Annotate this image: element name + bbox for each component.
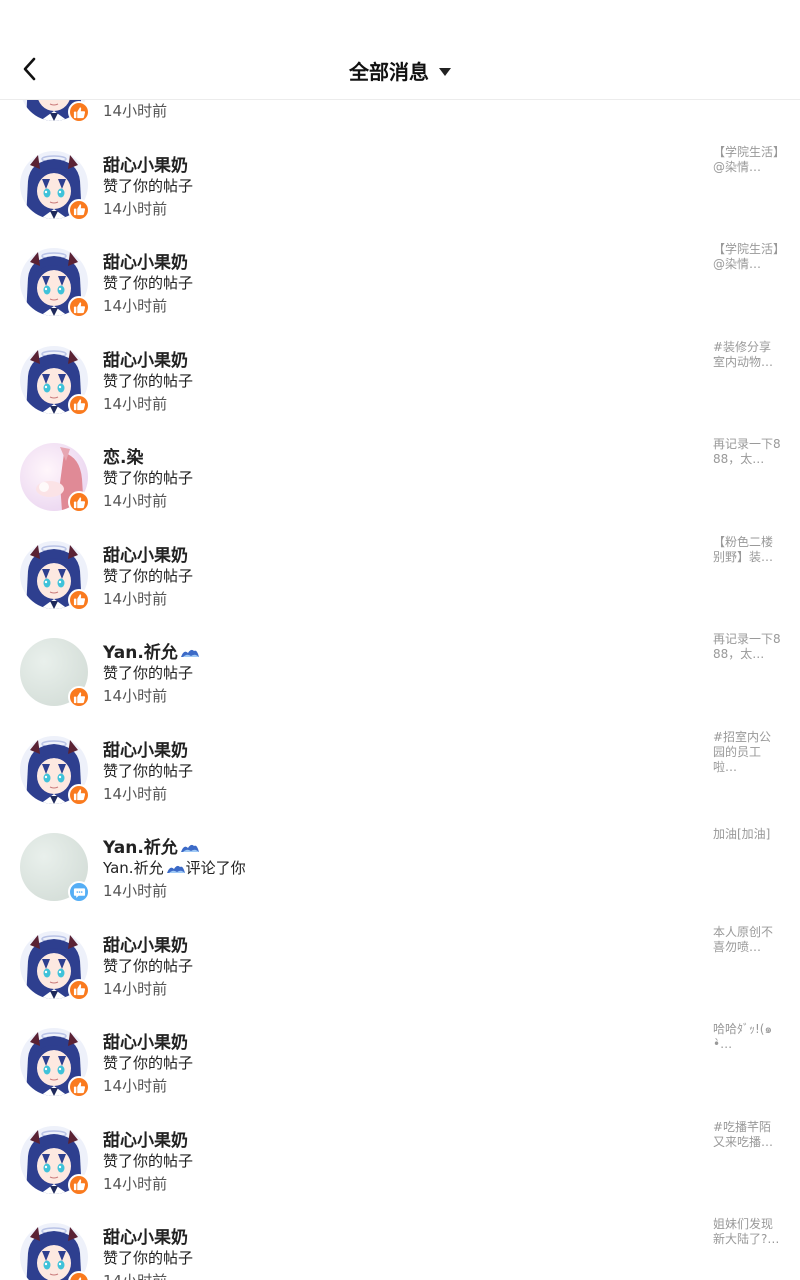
message-item-3[interactable]: 甜心小果奶 赞了你的帖子 14小时前 #装修分享室内动物… xyxy=(0,332,800,430)
message-item-0[interactable]: 赞了你的帖子 14小时前 … xyxy=(0,100,800,137)
action-text: 赞了你的帖子 xyxy=(103,566,194,585)
timestamp: 14小时前 xyxy=(103,784,168,803)
action-text: 赞了你的帖子 xyxy=(103,176,194,195)
message-item-1[interactable]: 甜心小果奶 赞了你的帖子 14小时前 【学院生活】@染情… xyxy=(0,137,800,235)
message-item-9[interactable]: 甜心小果奶 赞了你的帖子 14小时前 本人原创不喜勿喷… xyxy=(0,917,800,1015)
action-text: 赞了你的帖子 xyxy=(103,1151,194,1170)
post-preview[interactable]: 再记录一下888，太… xyxy=(713,632,783,662)
message-item-10[interactable]: 甜心小果奶 赞了你的帖子 14小时前 哈哈ﾀﾞｯ!(๑•̀… xyxy=(0,1014,800,1112)
avatar-container[interactable] xyxy=(20,1125,90,1196)
message-list[interactable]: 赞了你的帖子 14小时前 … 甜心小果奶 赞了你的帖子 14小时前 【学院生活】… xyxy=(0,100,800,1280)
timestamp: 14小时前 xyxy=(103,1270,167,1280)
avatar-container[interactable] xyxy=(20,540,90,611)
action-text: 赞了你的帖子 xyxy=(103,274,194,292)
action-suffix: 评论了你 xyxy=(185,859,246,877)
post-preview[interactable]: 【学院生活】@染情… xyxy=(713,242,783,272)
thumbs-up-badge-icon xyxy=(68,101,90,123)
comment-badge-icon xyxy=(68,881,90,903)
message-item-8[interactable]: Yan.祈允 Yan.祈允 评论了你 14小时前 加油[加油] xyxy=(0,819,800,917)
action-text: 赞了你的帖子 xyxy=(103,371,194,390)
sender-name[interactable]: Yan.祈允 xyxy=(103,833,200,858)
thumbs-up-badge-icon xyxy=(68,588,90,611)
avatar-container[interactable] xyxy=(20,100,90,123)
avatar-container[interactable] xyxy=(20,443,90,513)
timestamp: 14小时前 xyxy=(103,1174,168,1193)
action-text: 赞了你的帖子 xyxy=(103,664,194,682)
message-item-11[interactable]: 甜心小果奶 赞了你的帖子 14小时前 #吃播芊陌又来吃播… xyxy=(0,1112,800,1210)
wave-emoji-icon xyxy=(180,649,199,657)
action-text: 赞了你的帖子 xyxy=(103,1054,194,1072)
avatar-container[interactable] xyxy=(20,735,90,806)
timestamp: 14小时前 xyxy=(103,492,168,510)
sender-name[interactable]: 甜心小果奶 xyxy=(103,1223,188,1248)
message-filter-dropdown[interactable]: 全部消息 xyxy=(0,56,800,85)
wave-emoji-icon xyxy=(180,844,199,852)
timestamp: 14小时前 xyxy=(103,1077,168,1095)
sender-name[interactable]: 甜心小果奶 xyxy=(103,151,188,176)
thumbs-up-badge-icon xyxy=(68,1173,90,1196)
message-item-6[interactable]: Yan.祈允 赞了你的帖子 14小时前 再记录一下888，太… xyxy=(0,624,800,722)
message-item-5[interactable]: 甜心小果奶 赞了你的帖子 14小时前 【粉色二楼别野】装… xyxy=(0,527,800,625)
post-preview[interactable]: 加油[加油] xyxy=(713,827,783,842)
post-preview[interactable]: 哈哈ﾀﾞｯ!(๑•̀… xyxy=(713,1022,783,1052)
post-preview[interactable]: 【学院生活】@染情… xyxy=(713,145,783,175)
timestamp: 14小时前 xyxy=(103,199,168,218)
thumbs-up-badge-icon xyxy=(68,686,90,708)
thumbs-up-badge-icon xyxy=(68,1076,90,1098)
avatar-container[interactable] xyxy=(20,1028,90,1098)
thumbs-up-badge-icon xyxy=(68,978,90,1001)
message-item-7[interactable]: 甜心小果奶 赞了你的帖子 14小时前 #招室内公园的员工啦… xyxy=(0,722,800,820)
caret-down-icon xyxy=(439,67,451,76)
thumbs-up-badge-icon xyxy=(68,296,90,318)
avatar-container[interactable] xyxy=(20,345,90,416)
thumbs-up-badge-icon xyxy=(68,393,90,416)
sender-name[interactable]: 甜心小果奶 xyxy=(103,1028,188,1053)
avatar-container[interactable] xyxy=(20,638,90,708)
thumbs-up-badge-icon xyxy=(68,198,90,221)
message-item-2[interactable]: 甜心小果奶 赞了你的帖子 14小时前 【学院生活】@染情… xyxy=(0,234,800,332)
sender-name[interactable]: 甜心小果奶 xyxy=(103,1126,188,1151)
avatar-container[interactable] xyxy=(20,930,90,1001)
thumbs-up-badge-icon xyxy=(68,783,90,806)
sender-name[interactable]: Yan.祈允 xyxy=(103,638,200,663)
post-preview[interactable]: 【粉色二楼别野】装… xyxy=(713,535,783,565)
timestamp: 14小时前 xyxy=(103,589,168,608)
top-bar: 全部消息 xyxy=(0,0,800,100)
post-preview[interactable]: 再记录一下888，太… xyxy=(713,437,783,467)
timestamp: 14小时前 xyxy=(103,102,168,120)
timestamp: 14小时前 xyxy=(103,979,168,998)
timestamp: 14小时前 xyxy=(103,687,168,705)
action-text: 赞了你的帖子 xyxy=(103,1249,194,1267)
message-item-12[interactable]: 甜心小果奶 赞了你的帖子 14小时前 姐妹们发现新大陆了?… xyxy=(0,1209,800,1280)
post-preview[interactable]: #装修分享室内动物… xyxy=(713,340,783,370)
post-preview[interactable]: 本人原创不喜勿喷… xyxy=(713,925,783,955)
avatar-container[interactable] xyxy=(20,833,90,903)
sender-name[interactable]: 甜心小果奶 xyxy=(103,541,188,566)
message-item-4[interactable]: 恋.染 赞了你的帖子 14小时前 再记录一下888，太… xyxy=(0,429,800,527)
post-preview[interactable]: #招室内公园的员工啦… xyxy=(713,730,783,775)
sender-name[interactable]: 甜心小果奶 xyxy=(103,346,188,371)
action-text: 赞了你的帖子 xyxy=(103,956,194,975)
avatar-container[interactable] xyxy=(20,150,90,221)
sender-name[interactable]: 甜心小果奶 xyxy=(103,248,188,273)
post-preview[interactable]: 姐妹们发现新大陆了?… xyxy=(713,1217,783,1247)
thumbs-up-badge-icon xyxy=(68,1271,90,1280)
sender-name[interactable]: 恋.染 xyxy=(103,443,143,468)
action-text: 赞了你的帖子 xyxy=(103,469,194,487)
timestamp: 14小时前 xyxy=(103,394,168,413)
action-text: Yan.祈允 评论了你 xyxy=(103,859,246,877)
avatar-container[interactable] xyxy=(20,248,90,318)
post-preview[interactable]: #吃播芊陌又来吃播… xyxy=(713,1120,783,1150)
thumbs-up-badge-icon xyxy=(68,491,90,513)
timestamp: 14小时前 xyxy=(103,882,168,900)
page-title: 全部消息 xyxy=(349,60,429,84)
sender-name[interactable]: 甜心小果奶 xyxy=(103,736,188,761)
timestamp: 14小时前 xyxy=(103,297,168,315)
action-text: 赞了你的帖子 xyxy=(103,761,194,780)
sender-name[interactable]: 甜心小果奶 xyxy=(103,931,188,956)
avatar-container[interactable] xyxy=(20,1223,90,1280)
wave-emoji-icon xyxy=(166,864,185,873)
